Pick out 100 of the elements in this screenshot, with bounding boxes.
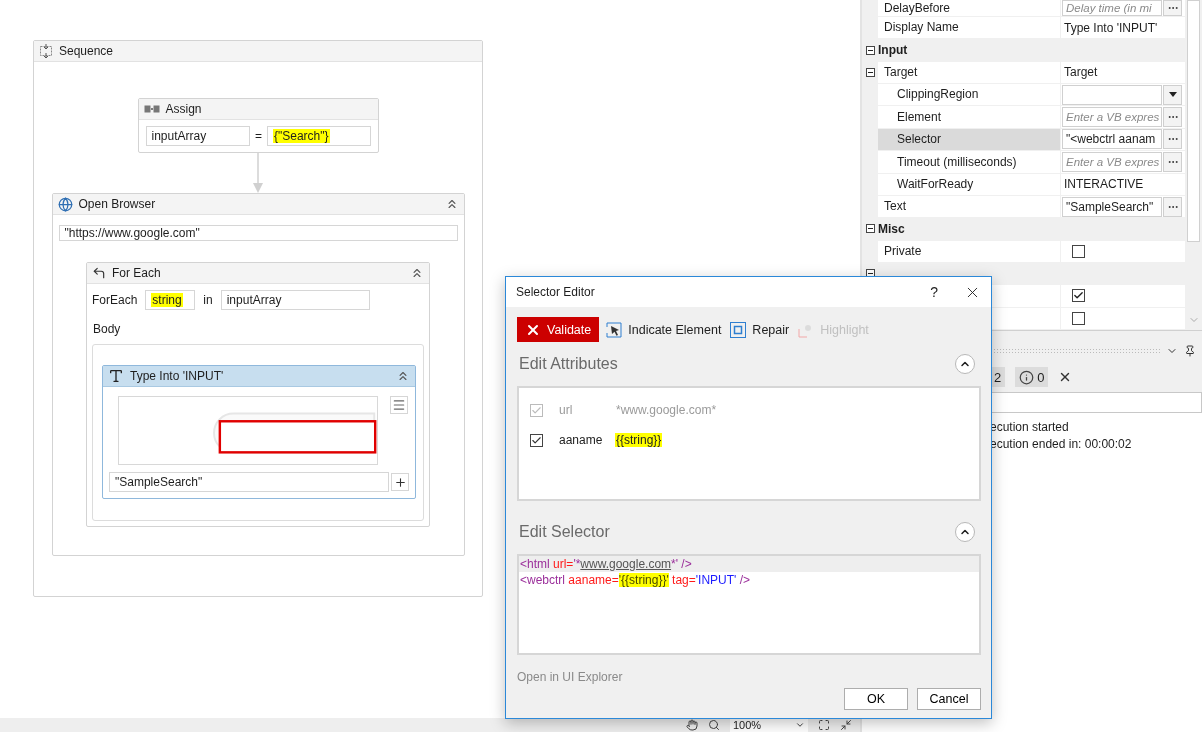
cancel-button[interactable]: Cancel xyxy=(917,688,981,710)
info-icon xyxy=(1019,369,1035,385)
fit-icon[interactable] xyxy=(818,719,830,731)
checkbox[interactable] xyxy=(1072,289,1085,303)
input-field[interactable]: {"Search"} xyxy=(267,126,372,146)
input-field[interactable]: inputArray xyxy=(220,290,370,310)
property-row[interactable]: WaitForReady INTERACTIVE xyxy=(862,173,1185,196)
ellipsis-button[interactable] xyxy=(1163,0,1182,16)
collapse-button[interactable] xyxy=(955,522,975,542)
attribute-name: url xyxy=(559,403,574,417)
menu-button[interactable] xyxy=(390,396,408,414)
category-label: Misc xyxy=(878,221,905,236)
input-field[interactable]: Delay time (in mi xyxy=(1062,0,1162,16)
search-icon[interactable] xyxy=(708,719,720,731)
open-browser-activity[interactable]: Open Browser "https://www.google.com" For Each ForEach string in inputArray Body Type Into 'INPUT' "SampleSearch" xyxy=(51,193,465,556)
collapse-icon[interactable] xyxy=(396,369,410,383)
activity-title: Open Browser xyxy=(78,197,157,211)
property-row[interactable]: DelayBefore Delay time (in mi xyxy=(862,0,1185,17)
input-field[interactable]: Enter a VB expres xyxy=(1062,151,1162,172)
property-name: Target xyxy=(884,65,918,80)
pointer-icon xyxy=(606,321,623,338)
collapse-button[interactable] xyxy=(955,354,975,374)
input-field[interactable]: Enter a VB expres xyxy=(1062,107,1162,128)
activity-title: Assign xyxy=(165,102,203,116)
pin-icon[interactable] xyxy=(1184,345,1196,357)
sequence-container[interactable]: Sequence Assign inputArray = {"Search"} Open Browser "https://www.google.com" For Each ForEach string in inputArray Body Type Into 'INPUT' "SampleSearch" xyxy=(33,40,483,597)
caret-icon xyxy=(1168,92,1177,98)
checkbox[interactable] xyxy=(530,433,543,447)
dropdown-button[interactable] xyxy=(1163,84,1182,105)
section-label: Body xyxy=(93,322,122,336)
ellipsis-button[interactable] xyxy=(1163,196,1182,217)
activity-title: For Each xyxy=(112,266,162,280)
property-row[interactable]: Text "SampleSearch" xyxy=(862,195,1185,219)
sequence-icon xyxy=(39,44,53,58)
hand-icon[interactable] xyxy=(686,719,698,731)
property-value: INTERACTIVE xyxy=(1063,177,1144,192)
attribute-value: {{string}} xyxy=(615,433,663,447)
input-field[interactable]: "SampleSearch" xyxy=(109,472,390,492)
collapse-toggle[interactable] xyxy=(865,224,875,234)
collapse-icon[interactable] xyxy=(410,266,424,280)
menu-icon xyxy=(392,398,406,412)
property-row[interactable]: ClippingRegion xyxy=(862,84,1185,107)
checkbox[interactable] xyxy=(1072,244,1085,258)
url-field[interactable]: "https://www.google.com" xyxy=(58,225,458,241)
add-button[interactable] xyxy=(391,473,409,491)
property-name: Element xyxy=(897,109,942,124)
property-name: DelayBefore xyxy=(884,1,951,15)
repair-button[interactable]: Repair xyxy=(728,317,792,342)
text-icon xyxy=(108,368,124,384)
overview-icon[interactable] xyxy=(840,719,852,731)
type-into-activity[interactable]: Type Into 'INPUT' "SampleSearch" xyxy=(102,365,416,499)
property-value: Type Into 'INPUT' xyxy=(1063,20,1158,35)
property-name: ClippingRegion xyxy=(897,87,979,102)
globe-icon xyxy=(57,196,73,212)
property-name: Display Name xyxy=(884,20,959,35)
property-name: Timeout (milliseconds) xyxy=(897,154,1017,169)
assign-activity[interactable]: Assign inputArray = {"Search"} xyxy=(137,98,379,153)
activity-title: Sequence xyxy=(59,44,115,58)
target-box-icon xyxy=(730,321,747,338)
ellipsis-button[interactable] xyxy=(1163,151,1182,172)
section-title: Edit Selector xyxy=(518,523,610,541)
property-name: WaitForReady xyxy=(897,176,974,191)
plus-icon xyxy=(393,475,407,489)
ok-button[interactable]: OK xyxy=(844,688,908,710)
loop-icon xyxy=(92,266,106,280)
property-name: Private xyxy=(884,243,922,258)
connector-arrow xyxy=(253,153,263,193)
assign-icon xyxy=(143,104,160,114)
section-title: Edit Attributes xyxy=(518,355,618,373)
field-label: in xyxy=(203,293,213,307)
equals-sign: = xyxy=(255,129,262,143)
caret-icon xyxy=(795,720,805,730)
attribute-name: aaname xyxy=(559,433,604,447)
property-row[interactable]: Selector "<webctrl aanam xyxy=(862,128,1185,152)
dialog-title: Selector Editor xyxy=(516,285,596,299)
validate-button[interactable]: Validate xyxy=(517,317,600,342)
activity-title: Type Into 'INPUT' xyxy=(130,369,225,383)
input-field[interactable]: "SampleSearch" xyxy=(1062,196,1162,217)
dropdown-field[interactable] xyxy=(1062,84,1162,105)
property-name: Selector xyxy=(897,132,942,147)
input-field[interactable]: "<webctrl aanam xyxy=(1062,129,1162,150)
property-value: Target xyxy=(1063,65,1098,80)
collapse-toggle[interactable] xyxy=(865,45,875,55)
for-each-activity[interactable]: For Each ForEach string in inputArray Body Type Into 'INPUT' "SampleSearch" xyxy=(86,262,430,527)
checkbox[interactable] xyxy=(1072,311,1085,325)
input-field[interactable]: string xyxy=(145,290,196,310)
indicate-button[interactable]: Indicate Element xyxy=(604,317,724,342)
property-row[interactable]: Private xyxy=(862,240,1185,263)
category-label: Input xyxy=(878,42,908,57)
help-button[interactable]: ? xyxy=(930,284,938,300)
property-row[interactable]: Target Target xyxy=(862,61,1185,85)
info-filter-button[interactable]: 0 xyxy=(1015,367,1049,387)
property-row[interactable]: Timeout (milliseconds) Enter a VB expres xyxy=(862,151,1185,174)
property-row[interactable]: Display Name Type Into 'INPUT' xyxy=(862,17,1185,40)
property-row[interactable]: Element Enter a VB expres xyxy=(862,106,1185,129)
collapse-toggle[interactable] xyxy=(865,67,875,77)
property-name: Text xyxy=(884,199,906,214)
field-label: ForEach xyxy=(92,293,138,307)
ellipsis-button[interactable] xyxy=(1163,129,1182,150)
input-field[interactable]: inputArray xyxy=(145,126,250,146)
